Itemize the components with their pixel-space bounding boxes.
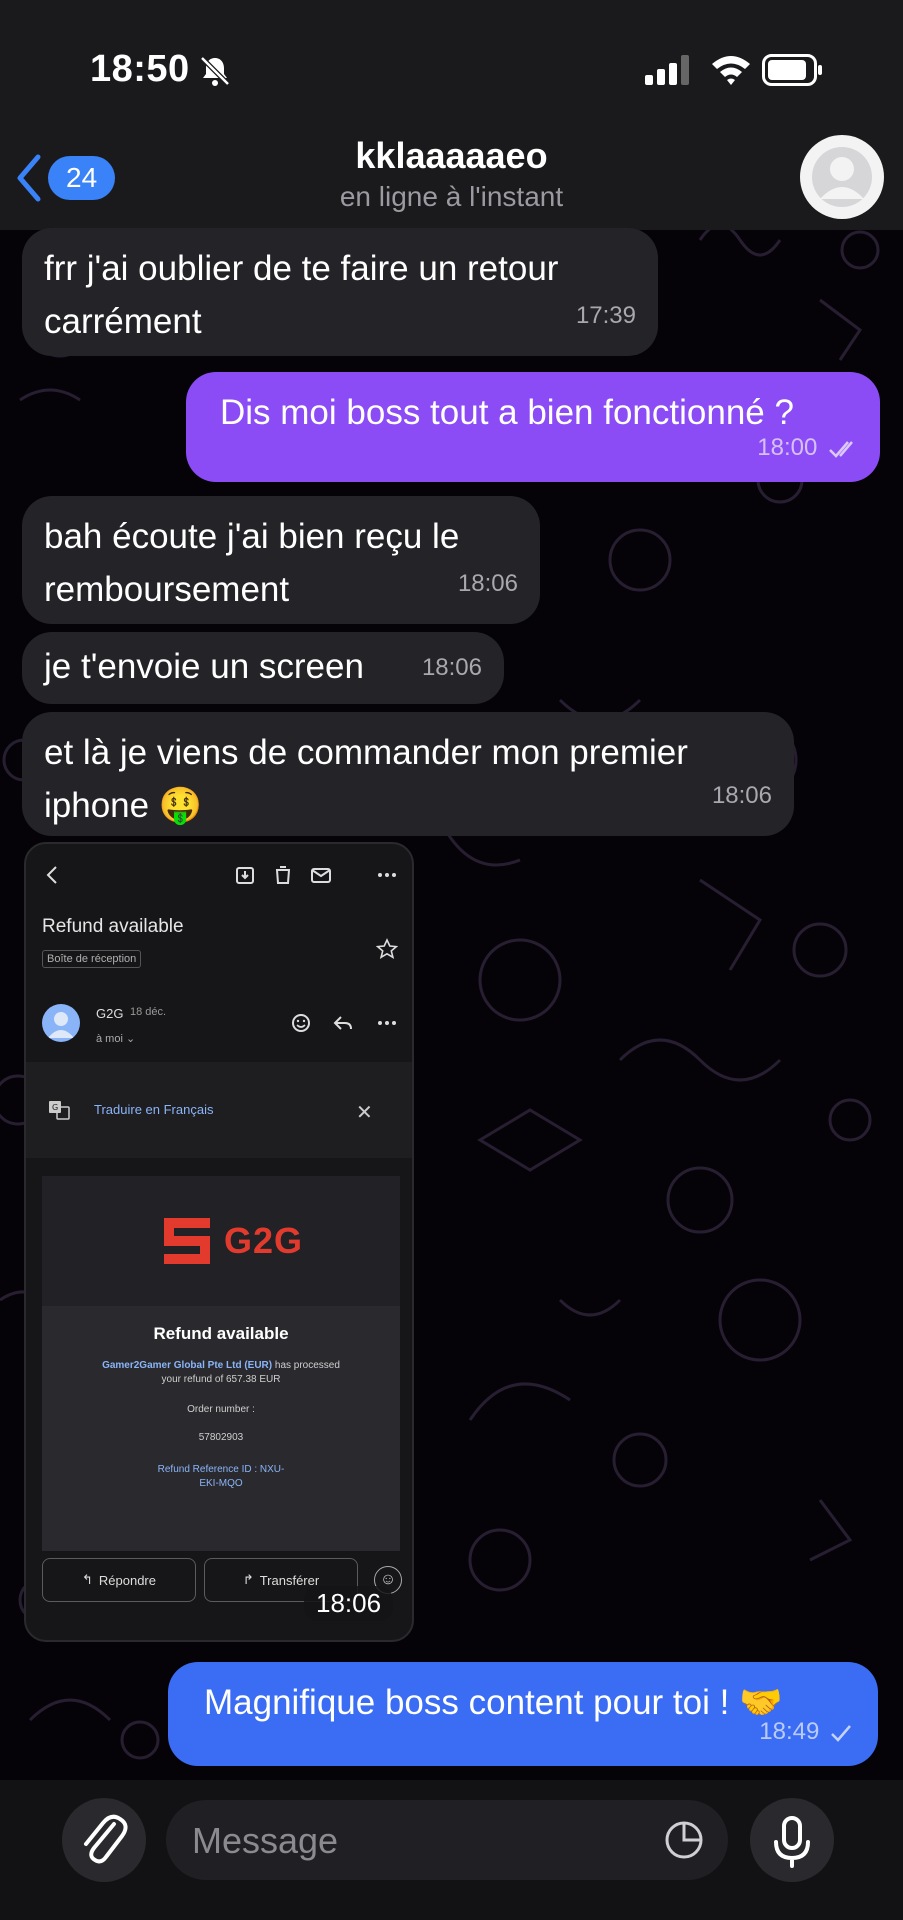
microphone-button[interactable] <box>750 1798 834 1882</box>
emoji-icon <box>292 1014 310 1032</box>
translate-link: Traduire en Français <box>94 1102 214 1117</box>
sender-name: G2G <box>96 1006 124 1021</box>
message-time: 17:39 <box>575 302 636 329</box>
battery-icon <box>762 54 822 86</box>
order-label: Order number : <box>187 1404 255 1415</box>
g2g-logo-icon <box>164 1218 210 1264</box>
mail-toolbar <box>26 844 412 904</box>
message-text: iphone 🤑 <box>44 786 203 825</box>
more-icon <box>378 1021 396 1025</box>
archive-icon <box>236 867 254 884</box>
close-icon: ✕ <box>356 1102 373 1124</box>
bell-off-icon <box>200 56 230 86</box>
composer-bar: Message <box>0 1780 903 1920</box>
order-number: 57802903 <box>198 1432 244 1443</box>
message-input[interactable]: Message <box>166 1800 728 1880</box>
mail-subject: Refund available <box>42 916 184 937</box>
refund-line-2: your refund of 657.38 EUR <box>161 1374 281 1385</box>
message-time: 18:06 <box>711 782 772 809</box>
check-icon <box>831 1724 851 1742</box>
chat-title[interactable]: kklaaaaaeo <box>0 135 903 177</box>
message-bubble-incoming[interactable]: je t'envoie un screen 18:06 <box>22 632 504 704</box>
image-message[interactable]: Refund available Boîte de réception G2G … <box>24 842 414 1642</box>
message-time: 18:00 <box>757 421 860 474</box>
user-icon <box>48 1012 74 1038</box>
chat-status: en ligne à l'instant <box>339 181 564 212</box>
trash-icon <box>275 866 291 884</box>
message-time: 18:49 <box>759 1705 852 1758</box>
reply-button: ↰ Répondre <box>42 1558 196 1602</box>
mark-unread-icon <box>311 868 331 883</box>
message-text: je t'envoie un screen <box>44 647 364 686</box>
recipient: à moi ⌄ <box>96 1033 136 1045</box>
signal-icon <box>645 55 689 85</box>
refund-reference-label: Refund Reference ID : NXU- <box>157 1464 285 1475</box>
wifi-icon <box>712 56 750 85</box>
sender-avatar <box>42 1004 80 1042</box>
message-bubble-incoming[interactable]: bah écoute j'ai bien reçu le rembourseme… <box>22 496 540 624</box>
message-text: bah écoute j'ai bien reçu le <box>44 517 460 556</box>
star-icon <box>376 938 398 959</box>
refund-line-1: Gamer2Gamer Global Pte Ltd (EUR) has pro… <box>102 1360 340 1371</box>
message-bubble-incoming[interactable]: et là je viens de commander mon premier … <box>22 712 794 836</box>
attach-button[interactable] <box>62 1798 146 1882</box>
message-text: Magnifique boss content pour toi ! 🤝 <box>204 1683 783 1722</box>
microphone-icon <box>774 1816 810 1868</box>
svg-text:G: G <box>52 1103 58 1112</box>
message-time: 18:06 <box>421 654 482 681</box>
message-text: et là je viens de commander mon premier <box>44 733 688 772</box>
logo-area: G2G <box>42 1176 400 1306</box>
back-arrow-icon <box>46 866 57 884</box>
message-placeholder: Message <box>192 1820 339 1861</box>
message-text: frr j'ai oublier de te faire un retour <box>44 249 559 288</box>
mail-folder-chip: Boîte de réception <box>42 950 142 968</box>
message-text: carrément <box>44 302 202 341</box>
chat-header: 24 kklaaaaaeo en ligne à l'instant <box>0 125 903 230</box>
sticker-icon[interactable] <box>662 1818 706 1862</box>
message-bubble-outgoing[interactable]: Magnifique boss content pour toi ! 🤝 18:… <box>168 1662 878 1766</box>
status-time: 18:50 <box>90 48 190 90</box>
reply-icon <box>333 1016 352 1030</box>
double-check-icon <box>829 440 853 458</box>
contact-avatar[interactable] <box>800 135 884 219</box>
message-text: remboursement <box>44 570 290 609</box>
sender-date: 18 déc. <box>130 1006 167 1018</box>
message-bubble-incoming[interactable]: frr j'ai oublier de te faire un retour c… <box>22 228 658 356</box>
user-icon <box>812 147 872 207</box>
email-body-card: G2G Refund available Gamer2Gamer Global … <box>42 1176 400 1551</box>
translate-icon: G <box>49 1101 70 1120</box>
translate-bar: G Traduire en Français ✕ <box>26 1062 412 1158</box>
email-title: Refund available <box>153 1324 289 1343</box>
brand-name: G2G <box>224 1220 304 1261</box>
message-time: 18:06 <box>457 570 518 597</box>
message-bubble-outgoing[interactable]: Dis moi boss tout a bien fonctionné ? 18… <box>186 372 880 482</box>
paperclip-icon <box>84 1814 128 1864</box>
status-bar: 18:50 <box>0 0 903 125</box>
message-time: 18:06 <box>304 1586 394 1621</box>
more-icon <box>378 873 396 877</box>
refund-reference-value: EKI-MQO <box>199 1478 243 1489</box>
